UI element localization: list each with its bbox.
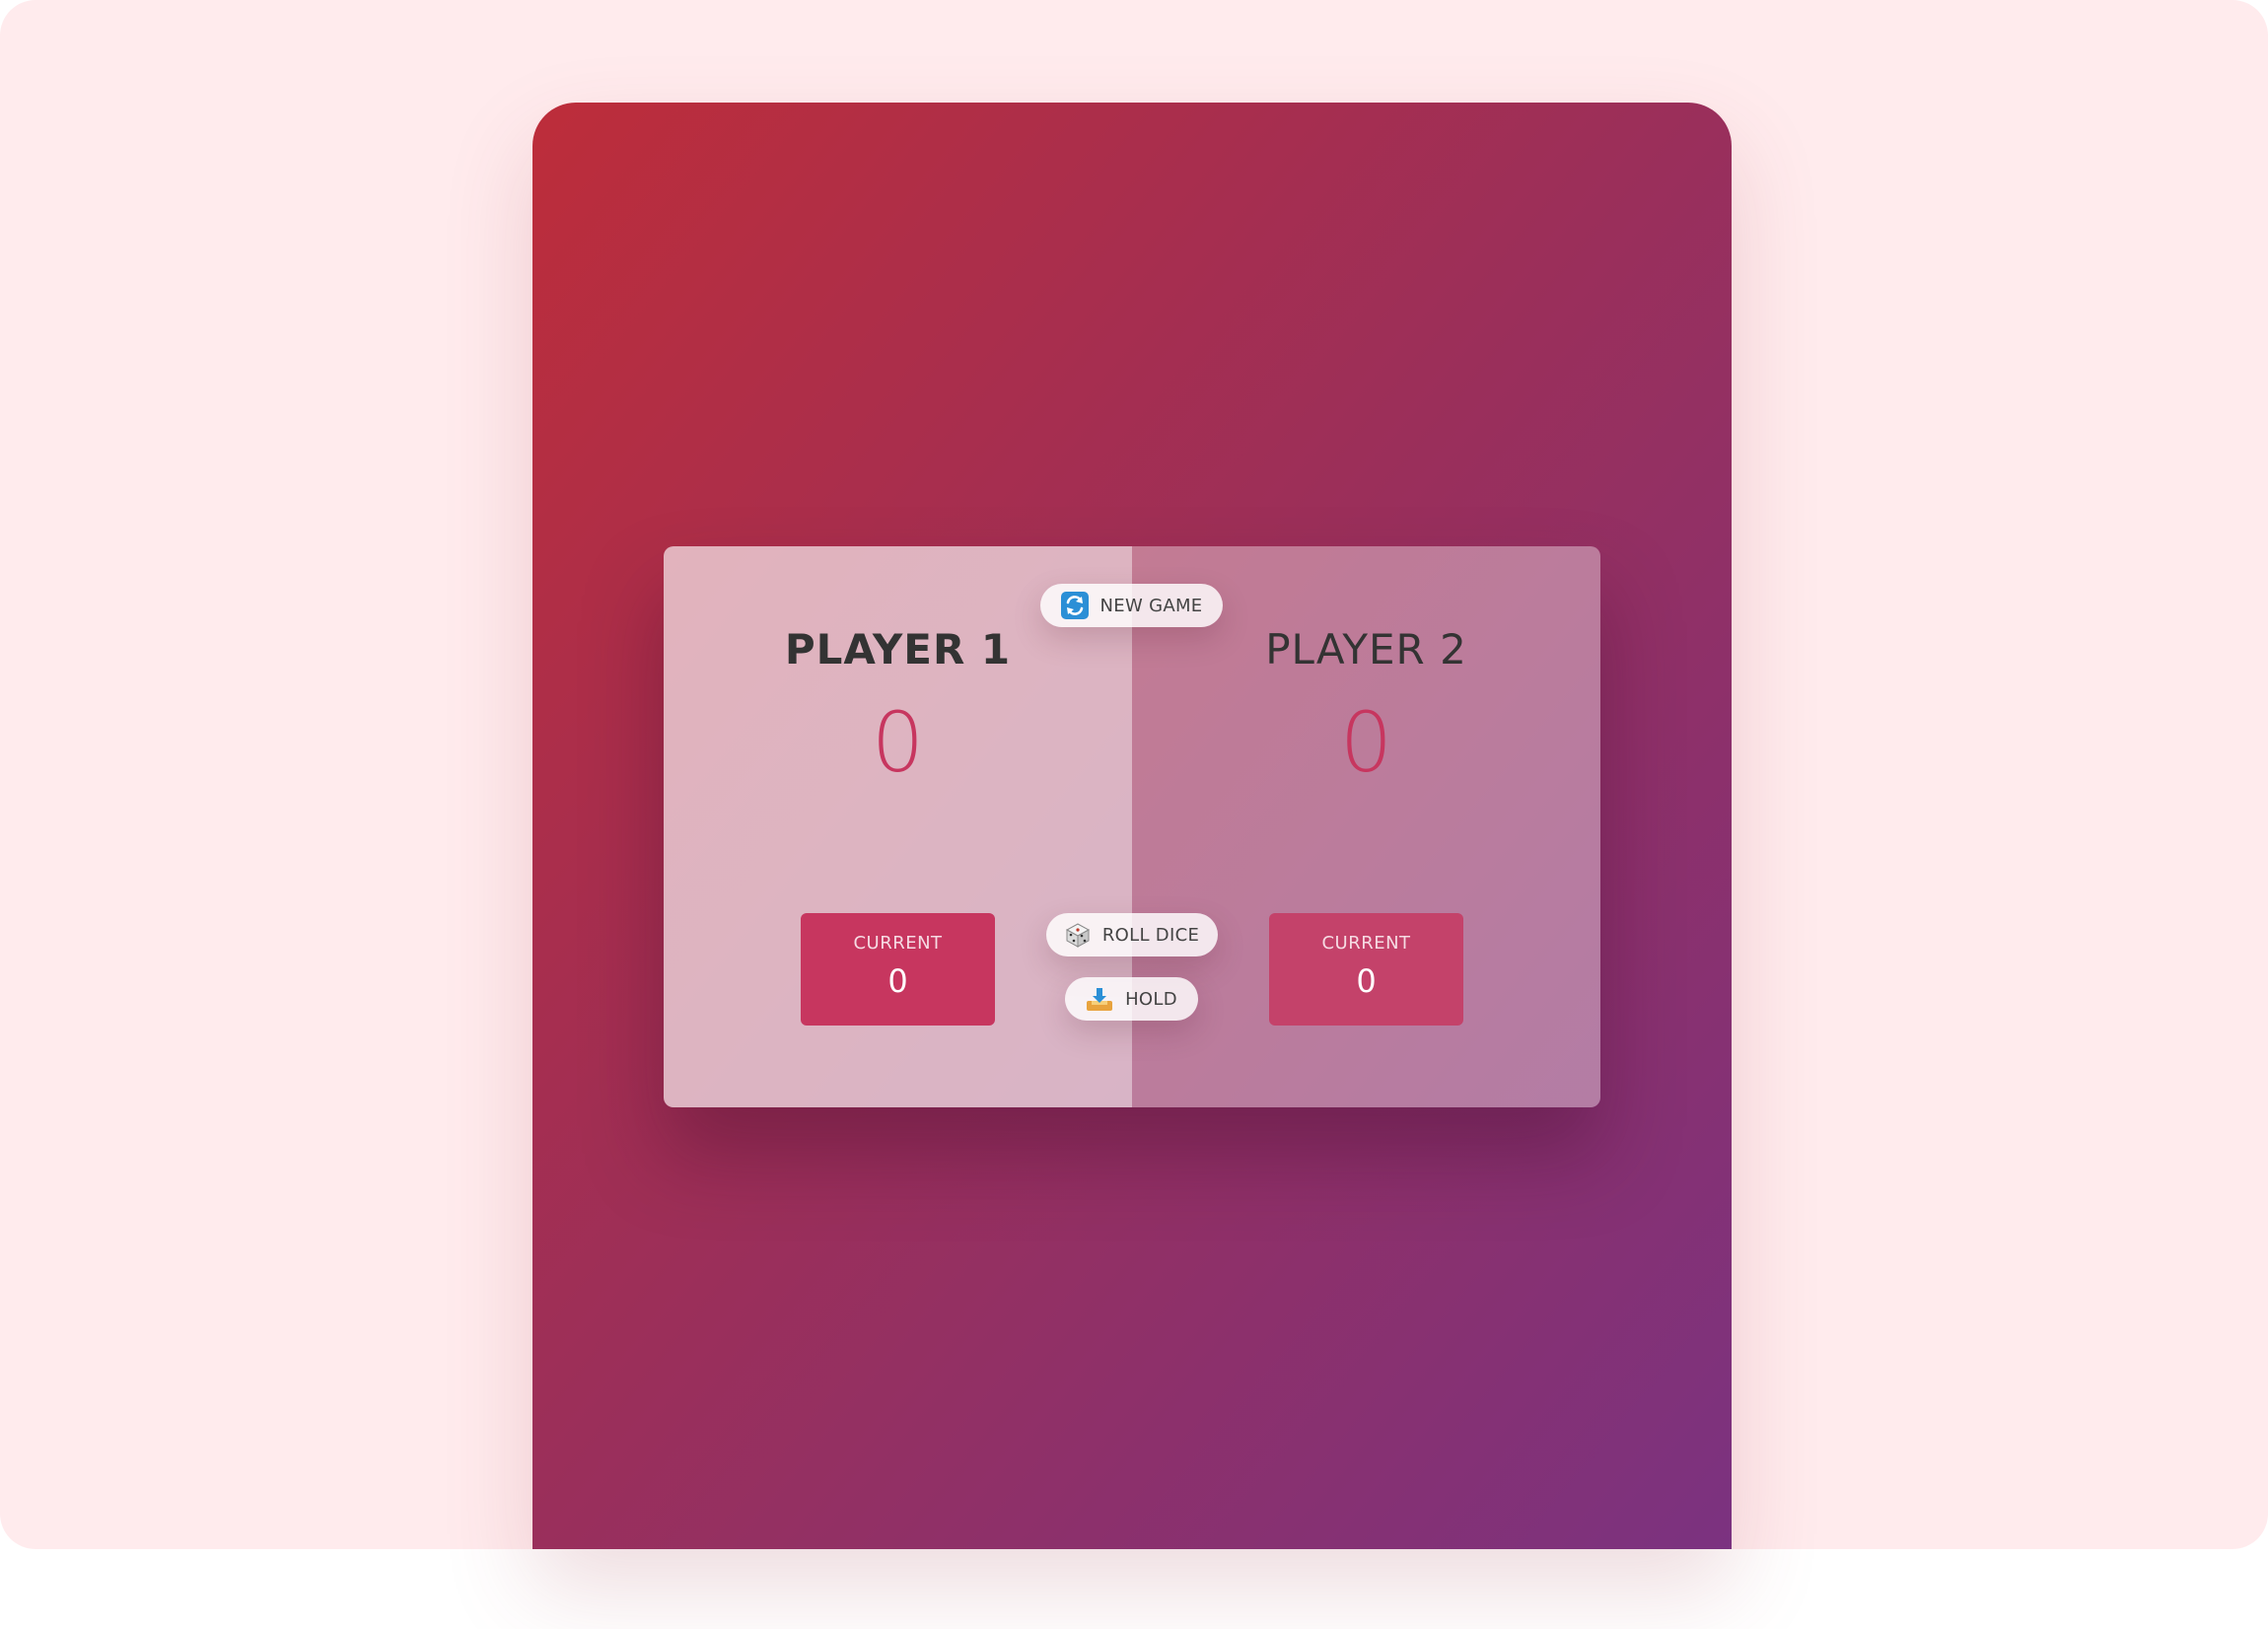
- dice-icon: [1065, 922, 1091, 948]
- player-2-panel: PLAYER 2 0 CURRENT 0: [1132, 546, 1600, 1107]
- new-game-button[interactable]: NEW GAME: [1040, 584, 1223, 627]
- player-2-current-label: CURRENT: [1321, 933, 1411, 954]
- player-2-current-score: 0: [1356, 962, 1377, 1000]
- game-board: PLAYER 1 0 CURRENT 0 PLAYER 2 0 CURRENT …: [664, 546, 1600, 1107]
- player-2-current-box: CURRENT 0: [1269, 913, 1463, 1026]
- refresh-icon: [1060, 592, 1089, 619]
- player-2-total-score: 0: [1339, 694, 1393, 791]
- hold-button[interactable]: HOLD: [1065, 977, 1198, 1021]
- app-window: PLAYER 1 0 CURRENT 0 PLAYER 2 0 CURRENT …: [532, 103, 1732, 1549]
- inbox-tray-icon: [1086, 986, 1113, 1012]
- player-1-current-label: CURRENT: [853, 933, 943, 954]
- hold-label: HOLD: [1125, 988, 1177, 1010]
- player-1-current-box: CURRENT 0: [801, 913, 995, 1026]
- new-game-label: NEW GAME: [1099, 595, 1203, 616]
- player-1-total-score: 0: [871, 694, 925, 791]
- player-1-panel: PLAYER 1 0 CURRENT 0: [664, 546, 1132, 1107]
- player-1-name: PLAYER 1: [784, 625, 1012, 673]
- player-1-current-score: 0: [887, 962, 908, 1000]
- roll-dice-label: ROLL DICE: [1101, 924, 1200, 946]
- player-2-name: PLAYER 2: [1265, 625, 1467, 673]
- roll-dice-button[interactable]: ROLL DICE: [1046, 913, 1218, 956]
